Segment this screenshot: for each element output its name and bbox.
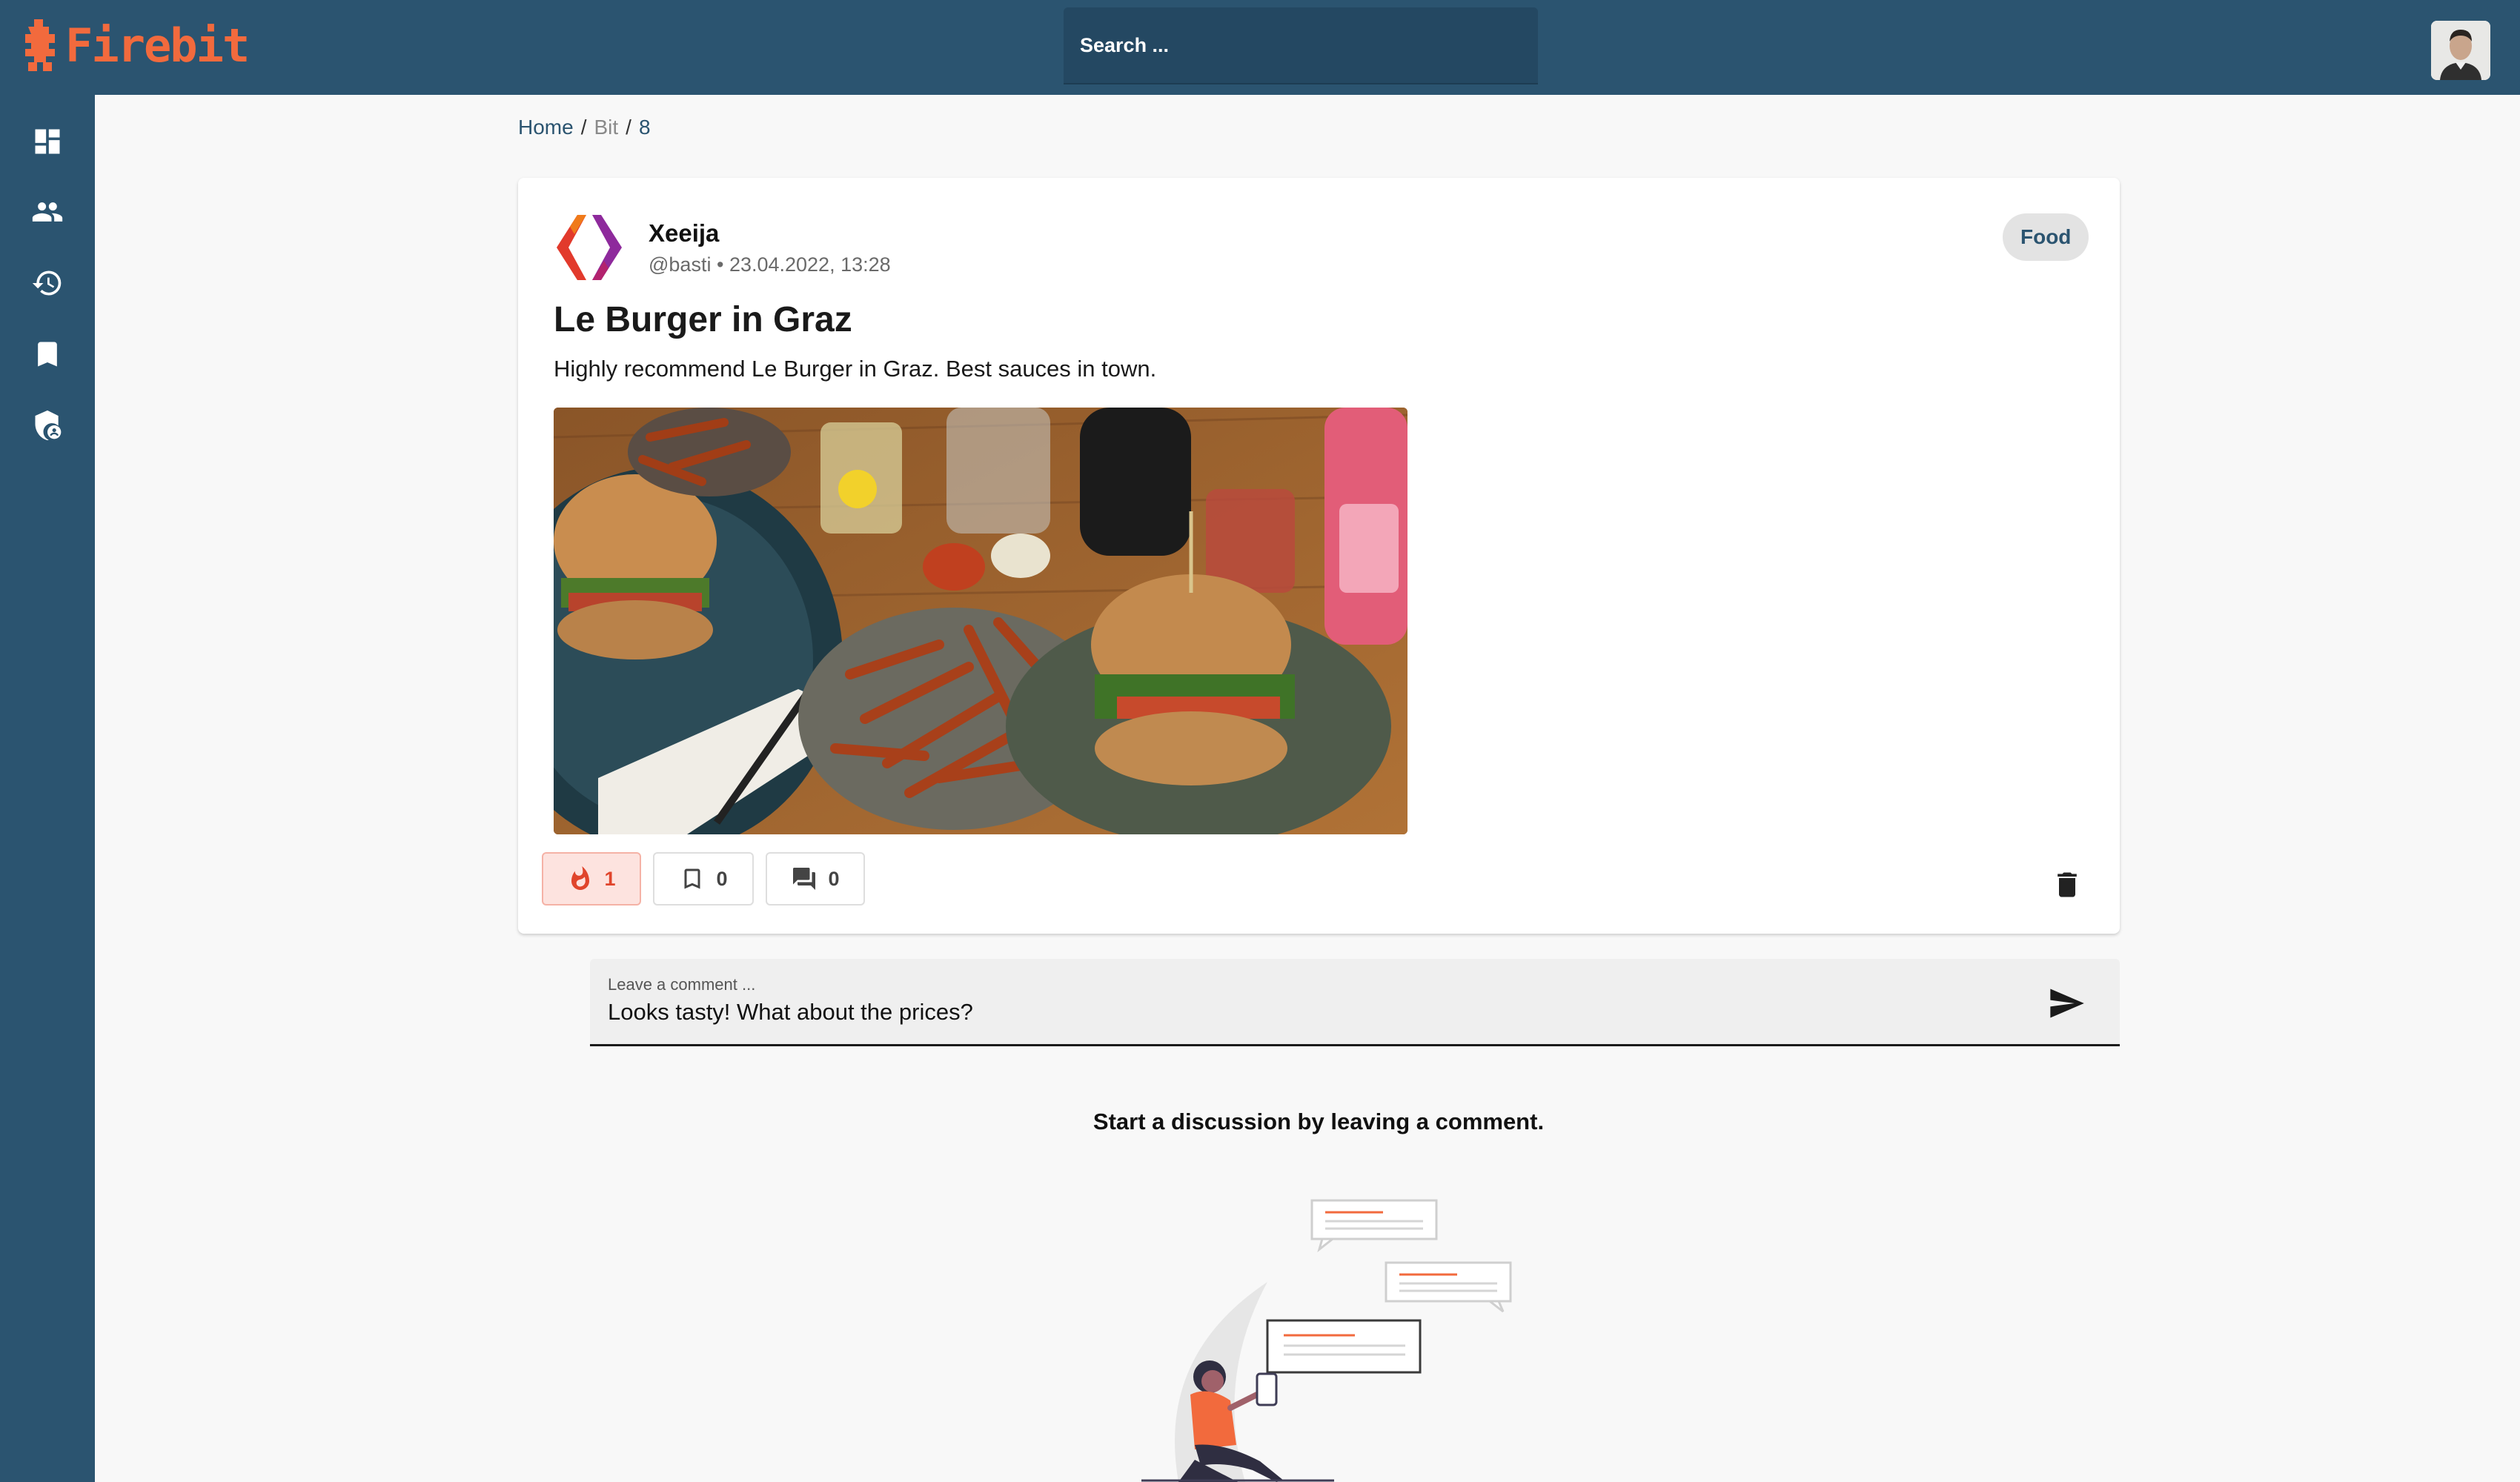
admin-shield-icon [35, 410, 62, 441]
post-card: Xeeija @basti • 23.04.2022, 13:28 Food L… [518, 178, 2120, 934]
breadcrumb-bit: Bit [594, 116, 619, 139]
comment-label: Leave a comment ... [608, 975, 756, 994]
breadcrumb-home[interactable]: Home [518, 116, 574, 139]
post-meta: @basti • 23.04.2022, 13:28 [649, 253, 891, 276]
dashboard-icon [35, 129, 60, 154]
send-icon[interactable] [2047, 984, 2086, 1023]
post-title: Le Burger in Graz [554, 300, 852, 339]
side-navigation [0, 95, 95, 1482]
bookmark-count: 0 [716, 867, 728, 890]
discussion-illustration [1141, 1199, 1512, 1482]
burger-photo [554, 408, 1407, 834]
fire-count: 1 [604, 867, 616, 890]
search-field[interactable] [1064, 7, 1538, 84]
nav-admin[interactable] [25, 403, 70, 448]
fire-reaction-button[interactable]: 1 [542, 852, 641, 906]
comments-button[interactable]: 0 [766, 852, 865, 906]
breadcrumb-current[interactable]: 8 [639, 116, 651, 139]
forum-icon [793, 868, 816, 890]
post-body: Highly recommend Le Burger in Graz. Best… [554, 356, 1157, 382]
breadcrumb-separator: / [580, 116, 587, 139]
people-icon [32, 202, 63, 222]
delete-icon[interactable] [2051, 868, 2083, 901]
app-name: Firebit [65, 18, 250, 73]
nav-history[interactable] [25, 261, 70, 305]
author-avatar-icon[interactable] [554, 212, 625, 283]
breadcrumb: Home / Bit / 8 [518, 116, 651, 139]
firebit-logo[interactable]: Firebit [22, 18, 250, 73]
bookmark-button[interactable]: 0 [653, 852, 754, 906]
post-timestamp: 23.04.2022, 13:28 [729, 253, 891, 276]
comment-count: 0 [828, 867, 840, 890]
nav-people[interactable] [25, 190, 70, 234]
author-name[interactable]: Xeeija [649, 219, 719, 247]
comment-input[interactable] [608, 999, 2016, 1026]
empty-discussion-text: Start a discussion by leaving a comment. [1092, 1109, 1545, 1134]
history-icon [32, 270, 62, 296]
breadcrumb-separator: / [626, 116, 631, 139]
meta-separator: • [716, 253, 724, 276]
nav-dashboard[interactable] [25, 119, 70, 164]
post-image-burgers [554, 408, 1407, 834]
flame-logo-icon [25, 19, 55, 71]
fire-icon [571, 866, 590, 890]
category-chip[interactable]: Food [2003, 213, 2089, 261]
user-photo [2431, 21, 2490, 80]
nav-bookmarks[interactable] [25, 332, 70, 376]
search-input[interactable] [1080, 33, 1538, 57]
user-avatar[interactable] [2431, 21, 2490, 80]
author-handle: @basti [649, 253, 712, 276]
comment-field[interactable]: Leave a comment ... [590, 959, 2120, 1046]
top-app-bar: Firebit [0, 0, 2520, 95]
bookmark-icon [38, 342, 57, 367]
bookmark-outline-icon [684, 868, 700, 889]
